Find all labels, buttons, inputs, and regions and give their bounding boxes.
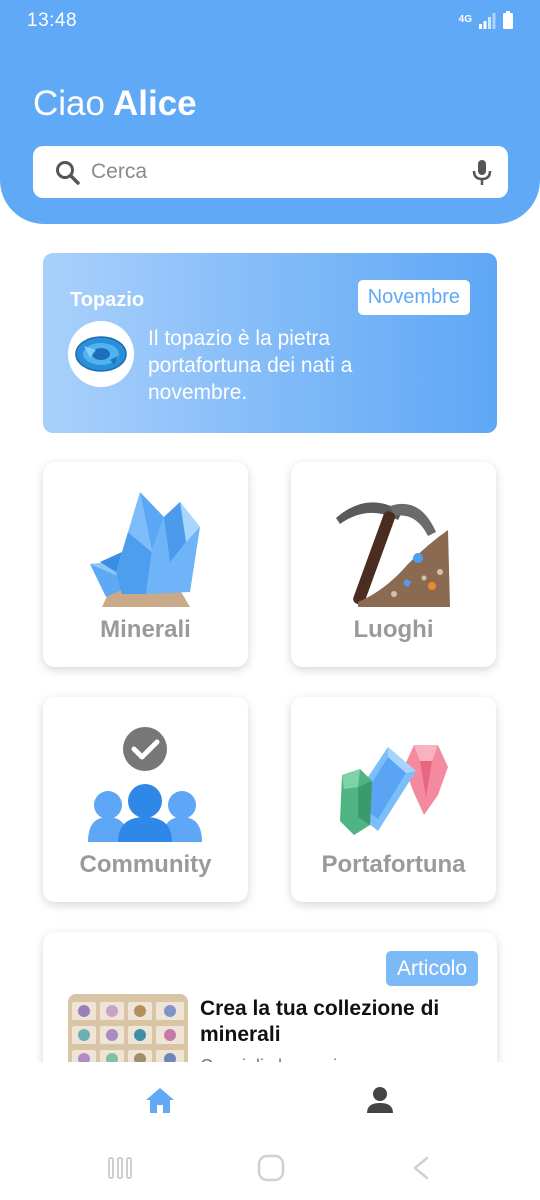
status-time: 13:48 xyxy=(27,10,78,31)
category-tile-minerali[interactable]: Minerali xyxy=(43,462,248,667)
category-tile-community[interactable]: Community xyxy=(43,697,248,902)
featured-card[interactable]: Topazio Novembre Il topazio è la pietra … xyxy=(43,253,497,433)
status-icons: 4G xyxy=(459,11,514,29)
greeting-text: Ciao xyxy=(33,84,105,123)
category-label: Minerali xyxy=(100,616,191,643)
system-home-icon[interactable] xyxy=(257,1154,285,1182)
category-label: Luoghi xyxy=(353,616,434,643)
topaz-gem-icon xyxy=(68,321,134,387)
category-tile-luoghi[interactable]: Luoghi xyxy=(291,462,496,667)
pickaxe-mine-icon xyxy=(336,502,450,607)
category-label: Community xyxy=(79,851,212,878)
article-title: Crea la tua collezione di minerali xyxy=(200,997,440,1046)
battery-icon xyxy=(503,11,513,29)
featured-title: Topazio xyxy=(70,289,145,311)
article-badge: Articolo xyxy=(385,951,478,986)
article-card[interactable]: Articolo Crea la tua collezione di miner… xyxy=(43,932,497,1072)
status-bar: 13:48 4G xyxy=(0,0,540,44)
greeting: Ciao Alice xyxy=(33,84,197,124)
back-icon[interactable] xyxy=(410,1156,432,1180)
search-icon xyxy=(56,161,80,185)
search-bar[interactable] xyxy=(33,146,508,198)
month-badge: Novembre xyxy=(357,280,470,315)
community-group-icon xyxy=(88,727,202,842)
system-nav-bar xyxy=(0,1138,540,1200)
category-tile-portafortuna[interactable]: Portafortuna xyxy=(291,697,496,902)
search-input[interactable] xyxy=(91,157,451,187)
home-icon[interactable] xyxy=(144,1086,176,1114)
mic-icon[interactable] xyxy=(472,159,492,187)
header: 13:48 4G Ciao Alice xyxy=(0,0,540,224)
profile-icon[interactable] xyxy=(366,1086,394,1114)
signal-icon xyxy=(479,13,496,29)
user-name: Alice xyxy=(112,84,197,123)
gems-icon xyxy=(340,745,448,835)
bottom-nav xyxy=(0,1062,540,1138)
category-label: Portafortuna xyxy=(321,851,466,878)
recent-apps-icon[interactable] xyxy=(107,1156,133,1180)
crystal-cluster-icon xyxy=(90,492,200,607)
app-screen: 13:48 4G Ciao Alice Cerca Topazio Novemb… xyxy=(0,0,540,1200)
network-4g-icon: 4G xyxy=(458,14,472,25)
featured-description: Il topazio è la pietra portafortuna dei … xyxy=(148,327,353,404)
article-thumbnail xyxy=(68,994,188,1072)
